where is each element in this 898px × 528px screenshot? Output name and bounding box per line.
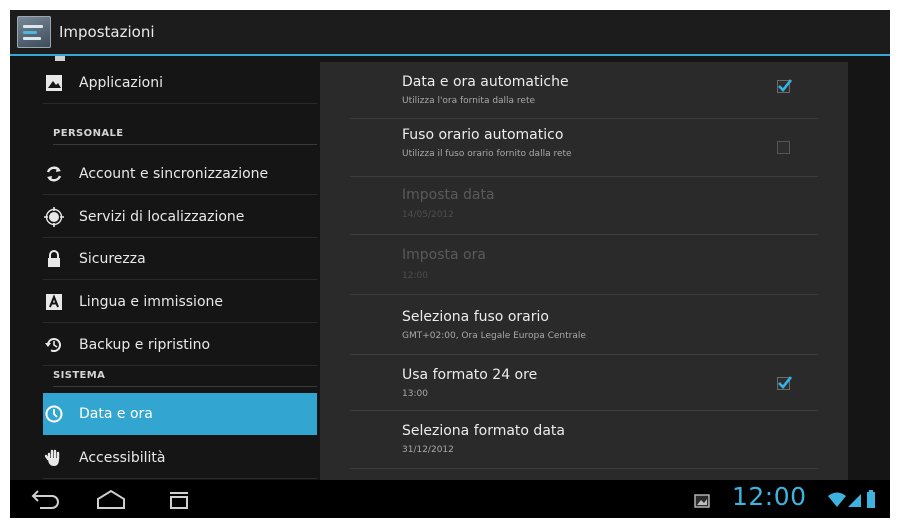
- settings-categories: Applicazioni PERSONALE Account e sincron…: [10, 56, 318, 480]
- sidebar-item-label: Account e sincronizzazione: [79, 165, 269, 182]
- pref-title: Data e ora automatiche: [402, 74, 569, 90]
- pref-title: Seleziona fuso orario: [402, 309, 549, 325]
- auto-datetime-checkbox[interactable]: [777, 79, 792, 93]
- status-clock[interactable]: 12:00: [732, 482, 807, 511]
- pref-summary: GMT+02:00, Ora Legale Europa Centrale: [402, 331, 586, 341]
- battery-icon: [866, 490, 876, 512]
- sidebar-item-localizzazione[interactable]: Servizi di localizzazione: [43, 196, 317, 238]
- sidebar-item-label: Backup e ripristino: [79, 336, 211, 353]
- sidebar-item-applicazioni[interactable]: Applicazioni: [43, 62, 317, 104]
- pref-auto-timezone[interactable]: Fuso orario automatico Utilizza il fuso …: [350, 119, 818, 177]
- tablet-screen: Impostazioni Applicazioni PERSONALE Acco…: [10, 10, 890, 518]
- section-header-sistema: SISTEMA: [53, 367, 317, 387]
- gallery-notification-icon[interactable]: [694, 493, 710, 512]
- pref-date-format[interactable]: Seleziona formato data 31/12/2012: [350, 411, 818, 469]
- pref-set-date: Imposta data 14/05/2012: [350, 177, 818, 235]
- pref-select-timezone[interactable]: Seleziona fuso orario GMT+02:00, Ora Leg…: [350, 295, 818, 355]
- hand-icon: [43, 447, 65, 469]
- signal-icon: [848, 492, 862, 512]
- date-time-settings: Data e ora automatiche Utilizza l'ora fo…: [320, 62, 848, 480]
- sidebar-item-sicurezza[interactable]: Sicurezza: [43, 238, 317, 280]
- auto-timezone-checkbox[interactable]: [777, 141, 790, 154]
- pref-title: Fuso orario automatico: [402, 127, 564, 143]
- apps-icon: [43, 72, 65, 94]
- sidebar-item-label: Lingua e immissione: [79, 293, 223, 310]
- pref-title: Usa formato 24 ore: [402, 367, 538, 383]
- sidebar-item-account[interactable]: Account e sincronizzazione: [43, 153, 317, 195]
- sidebar-item-label: Servizi di localizzazione: [79, 208, 245, 225]
- settings-app-icon[interactable]: [17, 16, 51, 48]
- lock-icon: [43, 248, 65, 270]
- pref-summary: Utilizza il fuso orario fornito dalla re…: [402, 149, 572, 159]
- scrolled-item-stub: [55, 56, 65, 61]
- clock-icon: [43, 403, 65, 425]
- backup-icon: [43, 334, 65, 356]
- recent-apps-icon[interactable]: [162, 488, 196, 510]
- home-icon[interactable]: [94, 488, 128, 510]
- back-icon[interactable]: [28, 488, 62, 510]
- sidebar-item-backup[interactable]: Backup e ripristino: [43, 324, 317, 366]
- pref-summary: 31/12/2012: [402, 445, 454, 455]
- pref-title: Imposta ora: [402, 247, 486, 263]
- pref-summary: Utilizza l'ora fornita dalla rete: [402, 96, 536, 106]
- pref-summary: 13:00: [402, 389, 428, 399]
- section-header-personale: PERSONALE: [53, 125, 317, 145]
- pref-summary: 14/05/2012: [402, 210, 454, 220]
- sidebar-item-label: Sicurezza: [79, 250, 146, 267]
- system-navigation-bar: 12:00: [10, 480, 890, 518]
- sidebar-item-label: Accessibilità: [79, 449, 166, 466]
- sidebar-item-label: Data e ora: [79, 406, 153, 422]
- sidebar-item-data-e-ora[interactable]: Data e ora: [43, 393, 317, 435]
- language-icon: [43, 291, 65, 313]
- pref-set-time: Imposta ora 12:00: [350, 235, 818, 295]
- app-title: Impostazioni: [59, 23, 155, 41]
- location-icon: [43, 206, 65, 228]
- sync-icon: [43, 163, 65, 185]
- pref-auto-datetime[interactable]: Data e ora automatiche Utilizza l'ora fo…: [350, 66, 818, 119]
- pref-title: Seleziona formato data: [402, 423, 565, 439]
- action-bar: Impostazioni: [10, 10, 890, 56]
- sidebar-item-label: Applicazioni: [79, 74, 163, 91]
- pref-summary: 12:00: [402, 271, 428, 281]
- pref-24h-format[interactable]: Usa formato 24 ore 13:00: [350, 355, 818, 411]
- format24-checkbox[interactable]: [777, 376, 792, 390]
- sidebar-item-accessibilita[interactable]: Accessibilità: [43, 437, 317, 479]
- sidebar-item-lingua[interactable]: Lingua e immissione: [43, 281, 317, 323]
- wifi-icon: [828, 492, 846, 512]
- pref-title: Imposta data: [402, 187, 495, 203]
